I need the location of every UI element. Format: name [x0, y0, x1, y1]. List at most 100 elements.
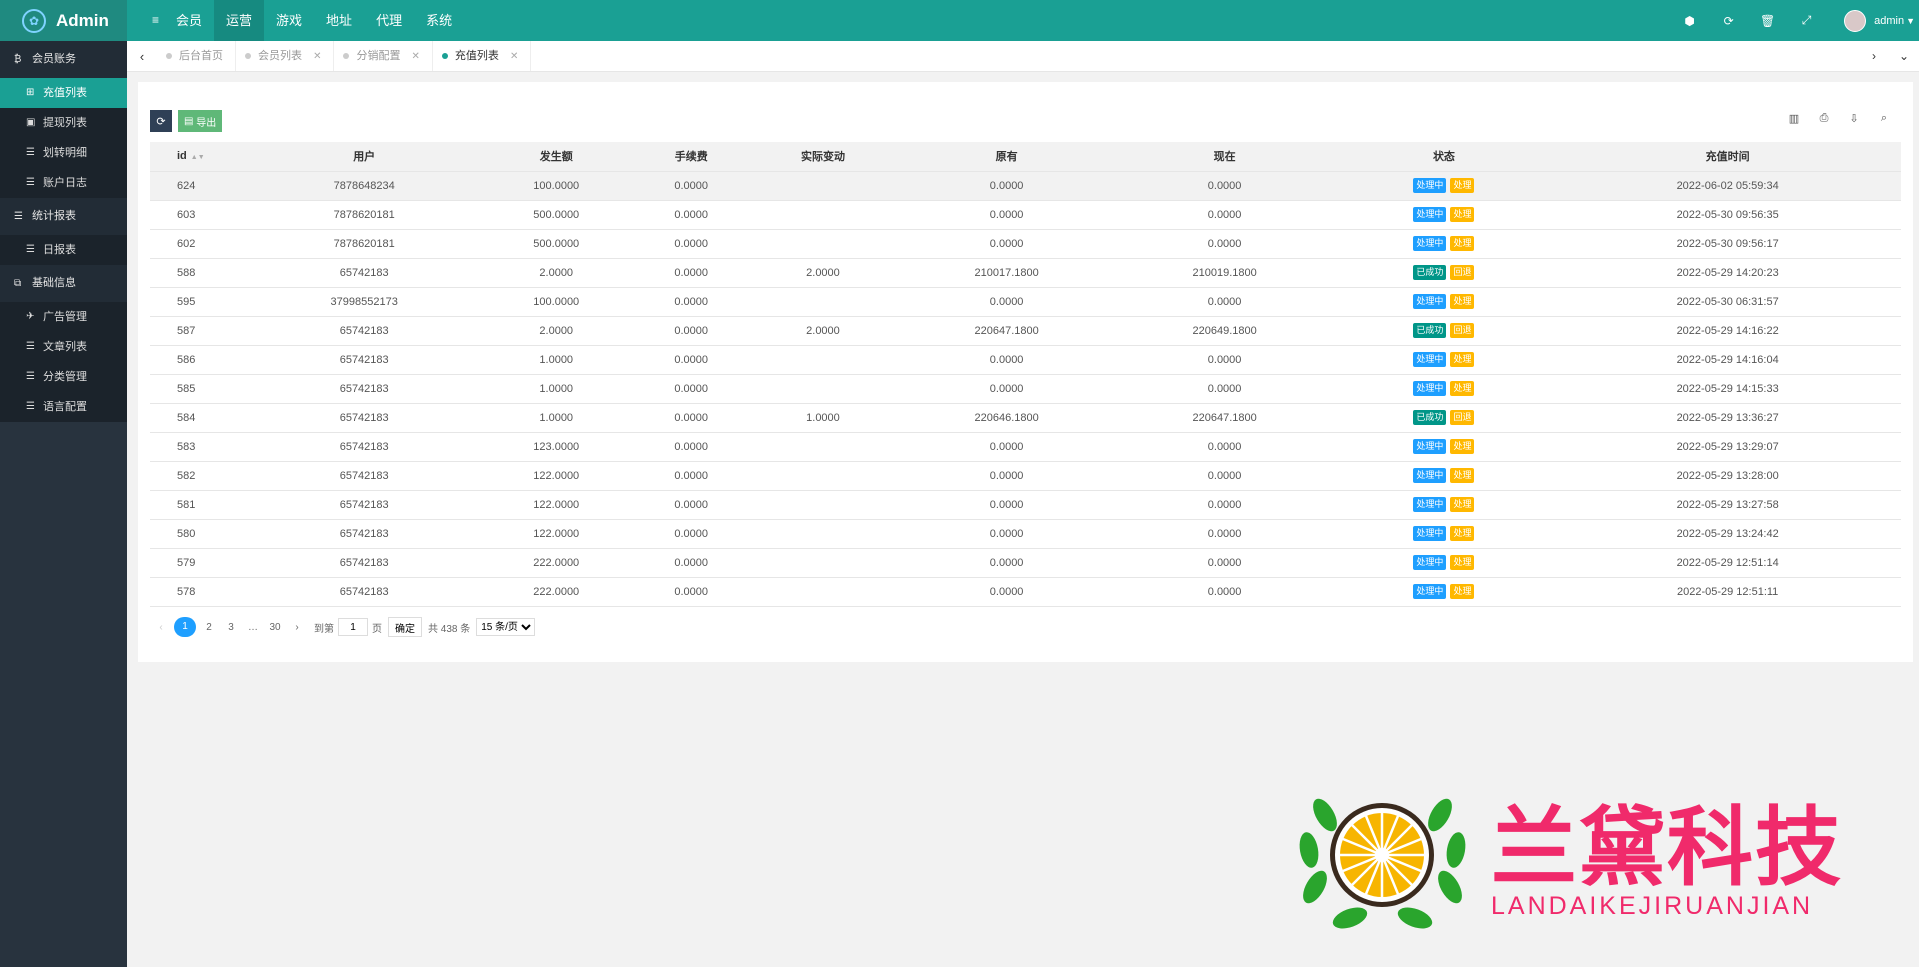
table-row[interactable]: 602 7878620181 500.0000 0.0000 0.0000 0.0000 处…: [150, 229, 1901, 259]
action-button[interactable]: 处理: [1450, 178, 1475, 193]
chevron-left-icon[interactable]: ‹: [127, 49, 157, 64]
tab-recharge-list[interactable]: 充值列表 ✕: [433, 41, 532, 71]
action-button[interactable]: 处理: [1450, 555, 1475, 570]
table-row[interactable]: 579 65742183 222.0000 0.0000 0.0000 0.0000 处理中…: [150, 548, 1901, 578]
next-page-icon[interactable]: ›: [288, 622, 306, 633]
column-header-id[interactable]: id ▲▼: [150, 142, 250, 172]
menu-toggle-icon[interactable]: ≡: [140, 0, 164, 41]
topnav-item-agent[interactable]: 代理: [364, 0, 414, 41]
sidebar-item-label: 日报表: [43, 244, 76, 256]
avatar[interactable]: [1844, 9, 1867, 32]
tab-dot: [441, 53, 448, 59]
action-button[interactable]: 回退: [1450, 265, 1475, 280]
sidebar-item-articles[interactable]: ☰ 文章列表: [0, 332, 127, 362]
action-button[interactable]: 处理: [1450, 584, 1475, 599]
action-button[interactable]: 回退: [1450, 410, 1475, 425]
goto-page-input[interactable]: [338, 618, 368, 636]
clear-cache-icon[interactable]: ⬢: [1670, 14, 1709, 28]
cell-after: 0.0000: [1115, 519, 1334, 549]
goto-confirm-button[interactable]: 确定: [388, 617, 422, 637]
columns-icon[interactable]: ▥: [1779, 112, 1809, 125]
cell-time: 2022-05-29 12:51:14: [1554, 548, 1901, 578]
sidebar-item-recharge-list[interactable]: ⊞ 充值列表: [0, 78, 127, 108]
page-size-select[interactable]: 15 条/页: [476, 618, 536, 636]
table-row[interactable]: 578 65742183 222.0000 0.0000 0.0000 0.0000 处理中…: [150, 577, 1901, 607]
export-button[interactable]: ▤ 导出: [178, 110, 223, 132]
topnav-item-address[interactable]: 地址: [314, 0, 364, 41]
table-row[interactable]: 588 65742183 2.0000 0.0000 2.0000 210017.1800…: [150, 258, 1901, 288]
sidebar-item-categories[interactable]: ☰ 分类管理: [0, 362, 127, 392]
caret-down-icon[interactable]: ▼: [1906, 16, 1915, 26]
topnav-item-system[interactable]: 系统: [414, 0, 464, 41]
table-row[interactable]: 586 65742183 1.0000 0.0000 0.0000 0.0000 处理中 处理…: [150, 345, 1901, 375]
tab-distribution-config[interactable]: 分销配置 ✕: [334, 41, 433, 71]
page-2[interactable]: 2: [200, 622, 218, 633]
cell-after: 220647.1800: [1115, 403, 1334, 433]
table-body: 624 7878648234 100.0000 0.0000 0.0000 0.0000 处…: [150, 171, 1901, 607]
sidebar-group-reports[interactable]: ☰ 统计报表: [0, 198, 127, 235]
chevron-right-icon[interactable]: ›: [1859, 49, 1889, 63]
table-row[interactable]: 587 65742183 2.0000 0.0000 2.0000 220647.1800…: [150, 316, 1901, 346]
list-icon: ☰: [26, 341, 35, 352]
table-row[interactable]: 580 65742183 122.0000 0.0000 0.0000 0.0000 处理中…: [150, 519, 1901, 549]
tab-home[interactable]: 后台首页: [157, 41, 236, 71]
table-row[interactable]: 582 65742183 122.0000 0.0000 0.0000 0.0000 处理中…: [150, 461, 1901, 491]
sidebar-item-withdraw-list[interactable]: ▣ 提现列表: [0, 108, 127, 138]
table-row[interactable]: 583 65742183 123.0000 0.0000 0.0000 0.0000 处理中…: [150, 432, 1901, 462]
status-badge: 处理中: [1413, 468, 1447, 483]
app-logo[interactable]: ✿ Admin: [0, 0, 127, 41]
action-button[interactable]: 处理: [1450, 497, 1475, 512]
action-button[interactable]: 处理: [1450, 468, 1475, 483]
action-button[interactable]: 处理: [1450, 439, 1475, 454]
username[interactable]: admin: [1874, 15, 1904, 27]
trash-icon[interactable]: 🗑: [1748, 14, 1787, 28]
chevron-down-icon[interactable]: ⌄: [1889, 49, 1919, 63]
print-icon[interactable]: ⎙: [1809, 112, 1839, 125]
sidebar-group-accounting[interactable]: ₿ 会员账务: [0, 41, 127, 78]
page-3[interactable]: 3: [222, 622, 240, 633]
download-icon[interactable]: ⇩: [1839, 112, 1869, 125]
cell-id: 582: [150, 461, 250, 491]
cell-time: 2022-05-29 13:36:27: [1554, 403, 1901, 433]
table-row[interactable]: 603 7878620181 500.0000 0.0000 0.0000 0.0000 处…: [150, 200, 1901, 230]
cell-id: 578: [150, 577, 250, 607]
table-row[interactable]: 595 37998552173 100.0000 0.0000 0.0000 0.0000…: [150, 287, 1901, 317]
action-button[interactable]: 处理: [1450, 236, 1475, 251]
table-row[interactable]: 585 65742183 1.0000 0.0000 0.0000 0.0000 处理中 处理…: [150, 374, 1901, 404]
status-badge: 处理中: [1413, 584, 1447, 599]
top-nav: ≡ 会员 运营 游戏 地址 代理 系统: [140, 0, 464, 41]
topnav-item-operation[interactable]: 运营: [214, 0, 265, 41]
tab-member-list[interactable]: 会员列表 ✕: [236, 41, 335, 71]
sidebar-item-account-log[interactable]: ☰ 账户日志: [0, 168, 127, 198]
action-button[interactable]: 处理: [1450, 526, 1475, 541]
action-button[interactable]: 回退: [1450, 323, 1475, 338]
close-icon[interactable]: ✕: [510, 51, 518, 62]
refresh-button[interactable]: ⟳: [150, 110, 172, 132]
topnav-item-member[interactable]: 会员: [164, 0, 214, 41]
sidebar-group-basic-info[interactable]: ⧉ 基础信息: [0, 265, 127, 302]
search-icon[interactable]: ⌕: [1869, 112, 1899, 125]
action-button[interactable]: 处理: [1450, 352, 1475, 367]
table-row[interactable]: 581 65742183 122.0000 0.0000 0.0000 0.0000 处理中…: [150, 490, 1901, 520]
refresh-icon[interactable]: ⟳: [1709, 14, 1748, 28]
action-button[interactable]: 处理: [1450, 207, 1475, 222]
topnav-item-game[interactable]: 游戏: [264, 0, 314, 41]
table-row[interactable]: 584 65742183 1.0000 0.0000 1.0000 220646.1800…: [150, 403, 1901, 433]
sort-icon[interactable]: ▲▼: [191, 154, 205, 161]
prev-page-icon[interactable]: ‹: [152, 622, 170, 633]
sidebar-item-ads[interactable]: ✈ 广告管理: [0, 302, 127, 332]
close-icon[interactable]: ✕: [313, 51, 321, 62]
action-button[interactable]: 处理: [1450, 294, 1475, 309]
cell-before: 0.0000: [897, 287, 1116, 317]
sidebar-item-daily-report[interactable]: ☰ 日报表: [0, 235, 127, 265]
cell-status: 处理中 处理: [1333, 432, 1555, 462]
page-last[interactable]: 30: [266, 622, 284, 633]
cell-status: 已成功 回退: [1333, 316, 1555, 346]
close-icon[interactable]: ✕: [412, 51, 420, 62]
fullscreen-icon[interactable]: ⤢: [1787, 13, 1826, 28]
page-1[interactable]: 1: [174, 617, 196, 637]
action-button[interactable]: 处理: [1450, 381, 1475, 396]
table-row[interactable]: 624 7878648234 100.0000 0.0000 0.0000 0.0000 处…: [150, 171, 1901, 201]
sidebar-item-transfer-detail[interactable]: ☰ 划转明细: [0, 138, 127, 168]
sidebar-item-language[interactable]: ☰ 语言配置: [0, 392, 127, 422]
